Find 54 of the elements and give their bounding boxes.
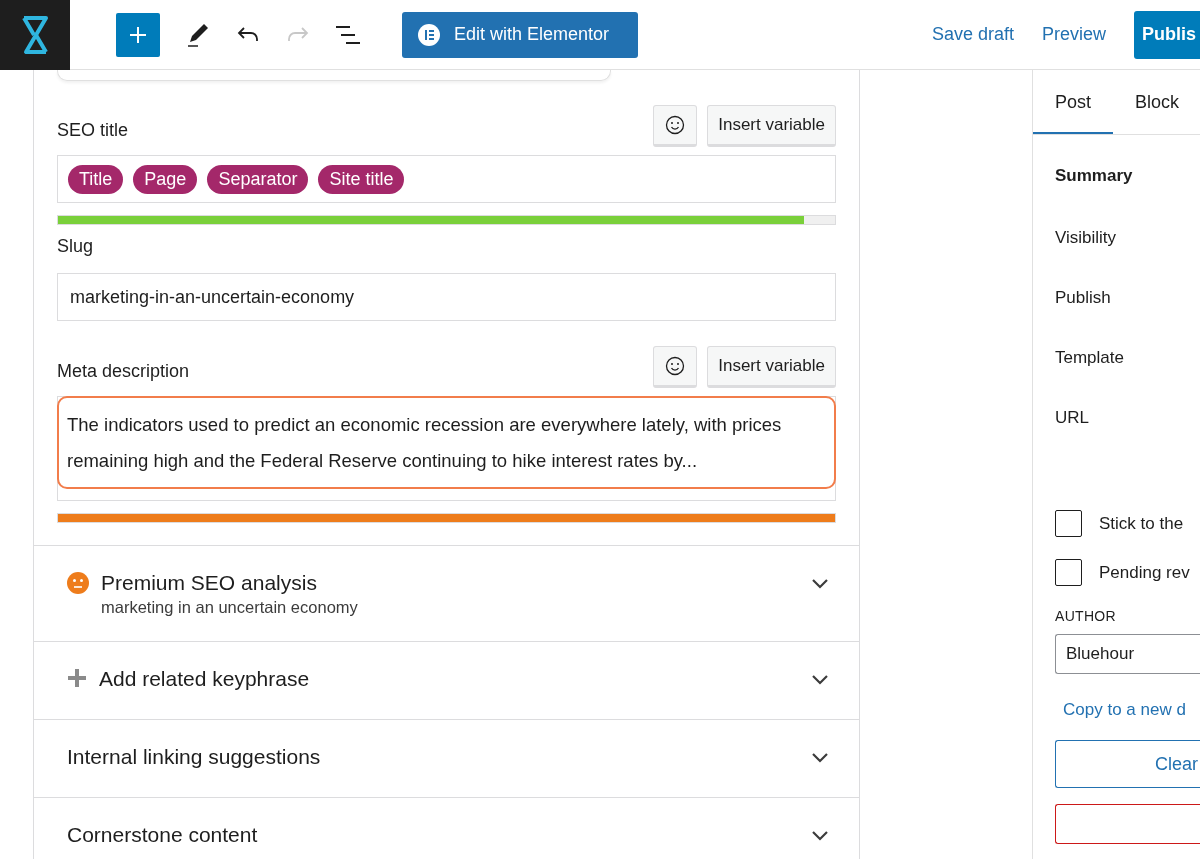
emoji-button[interactable] [653, 346, 698, 388]
collapsible-section-header[interactable]: Internal linking suggestions [34, 720, 859, 798]
hourglass-logo-icon [20, 14, 50, 55]
collapsible-section-header[interactable]: Premium SEO analysis marketing in an uncertain economy [34, 546, 859, 642]
add-block-button[interactable] [116, 12, 160, 57]
neutral-face-icon [67, 572, 89, 594]
setting-label: Visibility [1055, 228, 1117, 248]
sidebar-tab[interactable]: Block [1113, 70, 1200, 134]
preview-link[interactable]: Preview [1041, 24, 1106, 45]
section-subtitle: marketing in an uncertain economy [101, 598, 358, 617]
plus-icon [67, 668, 87, 688]
collapsible-section-header[interactable]: Add related keyphrase [34, 642, 859, 720]
author-label: AUTHOR [1055, 608, 1116, 624]
panel-heading: Summary [1055, 166, 1133, 186]
sidebar-tab[interactable]: Post [1033, 70, 1113, 134]
copy-link[interactable]: Copy to a new d [1063, 700, 1186, 720]
danger-button[interactable] [1055, 804, 1200, 844]
edit-with-elementor-button[interactable]: Edit with Elementor [402, 11, 638, 58]
variable-tag[interactable]: Page [133, 164, 198, 194]
elementor-logo-icon [418, 23, 440, 46]
field-label: SEO title [57, 118, 130, 141]
plus-icon [129, 25, 147, 44]
checkbox-label: Pending rev [1099, 562, 1190, 583]
smiley-icon [665, 356, 686, 376]
site-logo[interactable] [0, 0, 70, 70]
section-title: Add related keyphrase [99, 666, 310, 692]
insert-variable-button[interactable]: Insert variable [707, 346, 836, 388]
checkbox[interactable] [1055, 559, 1082, 586]
author-select[interactable]: Bluehour [1055, 634, 1200, 674]
clear-button[interactable]: Clear [1055, 740, 1200, 788]
meta-description-field[interactable]: The indicators used to predict an economic recession are everywhere lately, with prices remaining high and the Federal Reserve continuing to hike interest rates by... [57, 396, 836, 489]
publish-button[interactable]: Publis [1134, 10, 1200, 59]
setting-label: URL [1055, 408, 1089, 428]
variable-tag[interactable]: Title [68, 164, 124, 194]
list-view-icon [335, 24, 361, 45]
setting-label: Template [1055, 348, 1124, 368]
pencil-icon [186, 21, 210, 48]
collapsible-section-header[interactable]: Cornerstone content [34, 798, 859, 859]
checkbox-label: Stick to the [1099, 513, 1184, 534]
insert-variable-button[interactable]: Insert variable [707, 105, 836, 147]
variable-tag[interactable]: Separator [207, 164, 309, 194]
section-title: Premium SEO analysis [101, 570, 317, 596]
seo-title-field[interactable]: Title Page Separator Site title [57, 155, 836, 203]
field-label: Meta description [57, 359, 191, 382]
slug-input-field[interactable]: marketing-in-an-uncertain-economy [57, 273, 836, 321]
checkbox[interactable] [1055, 510, 1082, 537]
section-title: Cornerstone content [67, 822, 258, 848]
save-draft-link[interactable]: Save draft [931, 24, 1014, 45]
section-title: Internal linking suggestions [67, 744, 321, 770]
variable-tag[interactable]: Site title [318, 164, 405, 194]
emoji-button[interactable] [653, 105, 698, 147]
smiley-icon [665, 115, 686, 135]
field-label: Slug [57, 235, 95, 257]
setting-label: Publish [1055, 288, 1111, 308]
